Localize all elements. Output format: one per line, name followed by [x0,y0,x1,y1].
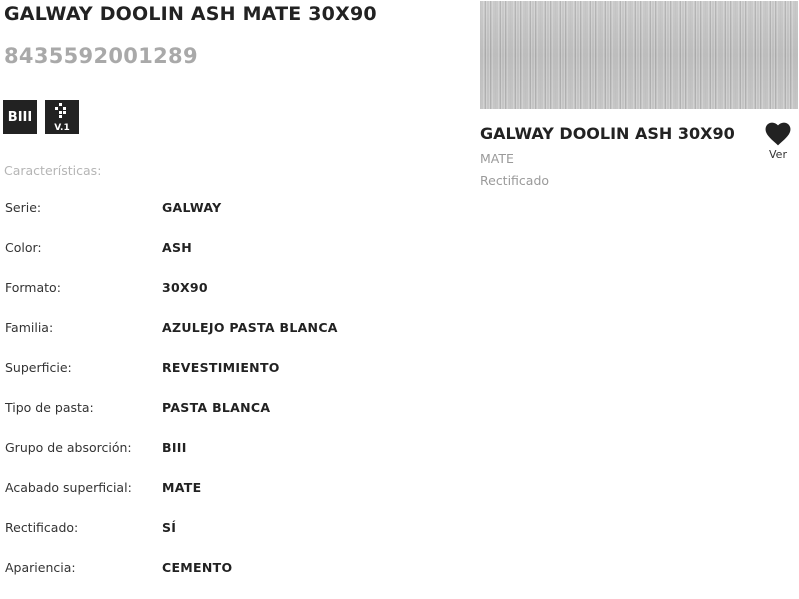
spec-row-familia: Familia: AZULEJO PASTA BLANCA [5,319,445,359]
spec-value: ASH [162,240,193,255]
spec-row-tipo-pasta: Tipo de pasta: PASTA BLANCA [5,399,445,439]
spec-label: Rectificado: [5,520,79,535]
spec-row-color: Color: ASH [5,239,445,279]
spec-label: Acabado superficial: [5,480,132,495]
spec-label: Apariencia: [5,560,76,575]
spec-label: Serie: [5,200,42,215]
absorption-badge-label: BIII [7,109,33,125]
spec-value: BIII [162,440,187,455]
card-rectified: Rectificado [480,173,550,188]
tile-image[interactable] [480,1,798,109]
spec-value: 30X90 [162,280,208,295]
heart-icon [765,122,791,146]
features-heading: Características: [4,163,102,178]
spec-value: REVESTIMIENTO [162,360,280,375]
version-badge: V.1 [45,100,79,134]
spec-row-acabado: Acabado superficial: MATE [5,479,445,519]
spec-value: MATE [162,480,202,495]
spec-row-superficie: Superficie: REVESTIMIENTO [5,359,445,399]
spec-value: AZULEJO PASTA BLANCA [162,320,338,335]
spec-label: Tipo de pasta: [5,400,94,415]
spec-value: CEMENTO [162,560,233,575]
favorite-label: Ver [769,148,787,161]
spec-value: PASTA BLANCA [162,400,271,415]
spec-label: Color: [5,240,42,255]
favorite-button[interactable]: Ver [760,122,796,172]
qr-pattern-icon [55,103,66,118]
spec-row-apariencia: Apariencia: CEMENTO [5,559,445,599]
product-ean: 8435592001289 [4,44,198,68]
spec-label: Familia: [5,320,54,335]
spec-row-formato: Formato: 30X90 [5,279,445,319]
card-title[interactable]: GALWAY DOOLIN ASH 30X90 [480,124,735,143]
product-title: GALWAY DOOLIN ASH MATE 30X90 [4,3,377,25]
spec-row-rectificado: Rectificado: SÍ [5,519,445,559]
version-badge-label: V.1 [54,123,70,133]
spec-label: Formato: [5,280,61,295]
spec-table: Serie: GALWAY Color: ASH Formato: 30X90 … [5,199,445,599]
spec-value: SÍ [162,520,177,535]
spec-row-serie: Serie: GALWAY [5,199,445,239]
spec-label: Superficie: [5,360,72,375]
absorption-group-badge: BIII [3,100,37,134]
spec-value: GALWAY [162,200,222,215]
spec-row-grupo-absorcion: Grupo de absorción: BIII [5,439,445,479]
spec-label: Grupo de absorción: [5,440,132,455]
card-finish: MATE [480,151,514,166]
